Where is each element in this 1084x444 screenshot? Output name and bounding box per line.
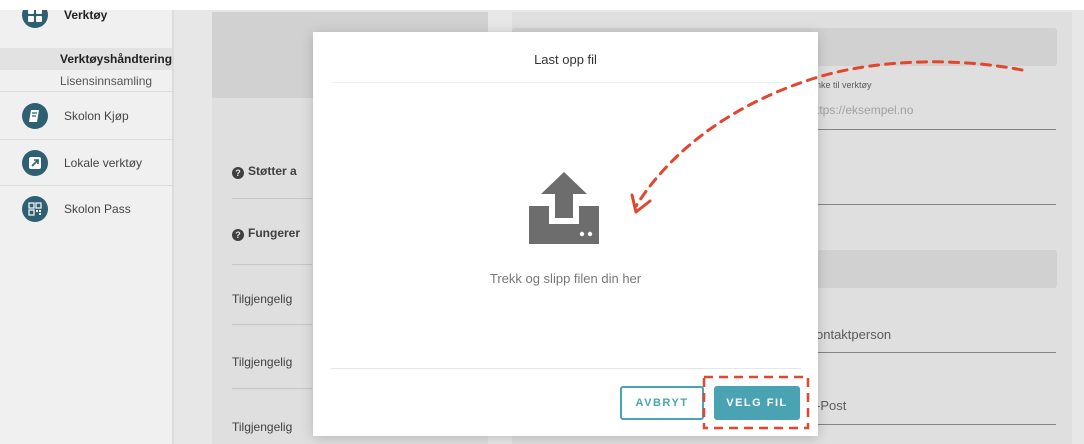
upload-icon	[529, 172, 599, 244]
divider	[331, 368, 801, 369]
sidebar-subitem-lisensinnsamling[interactable]: Lisensinnsamling	[0, 70, 172, 92]
sidebar-item-label: Lokale verktøy	[64, 155, 143, 170]
sidebar-item-skolon-kjop[interactable]: Skolon Kjøp	[0, 92, 172, 140]
sidebar-item-label: Skolon Kjøp	[64, 108, 129, 123]
modal-title: Last opp fil	[534, 52, 597, 67]
select-file-button[interactable]: VELG FIL	[714, 386, 800, 420]
page: Verktøy Verktøyshåndtering Lisensinnsaml…	[0, 0, 1084, 444]
sidebar-item-label: Verktøy	[64, 8, 108, 22]
upload-modal: Last opp fil Trekk og slipp filen din he…	[313, 32, 818, 436]
dropzone-text[interactable]: Trekk og slipp filen din her	[313, 271, 818, 286]
divider	[331, 82, 801, 83]
external-link-icon	[22, 149, 48, 176]
sidebar-subitem-verktoyshandtering[interactable]: Verktøyshåndtering	[0, 48, 172, 70]
book-icon	[22, 102, 48, 129]
top-strip	[0, 0, 1084, 10]
sidebar-item-skolon-pass[interactable]: Skolon Pass	[0, 186, 172, 232]
sidebar: Verktøy Verktøyshåndtering Lisensinnsaml…	[0, 0, 174, 444]
qr-code-icon	[22, 196, 48, 222]
sidebar-item-label: Skolon Pass	[64, 202, 131, 216]
cancel-button[interactable]: AVBRYT	[620, 386, 704, 420]
sidebar-item-lokale-verktoy[interactable]: Lokale verktøy	[0, 140, 172, 186]
